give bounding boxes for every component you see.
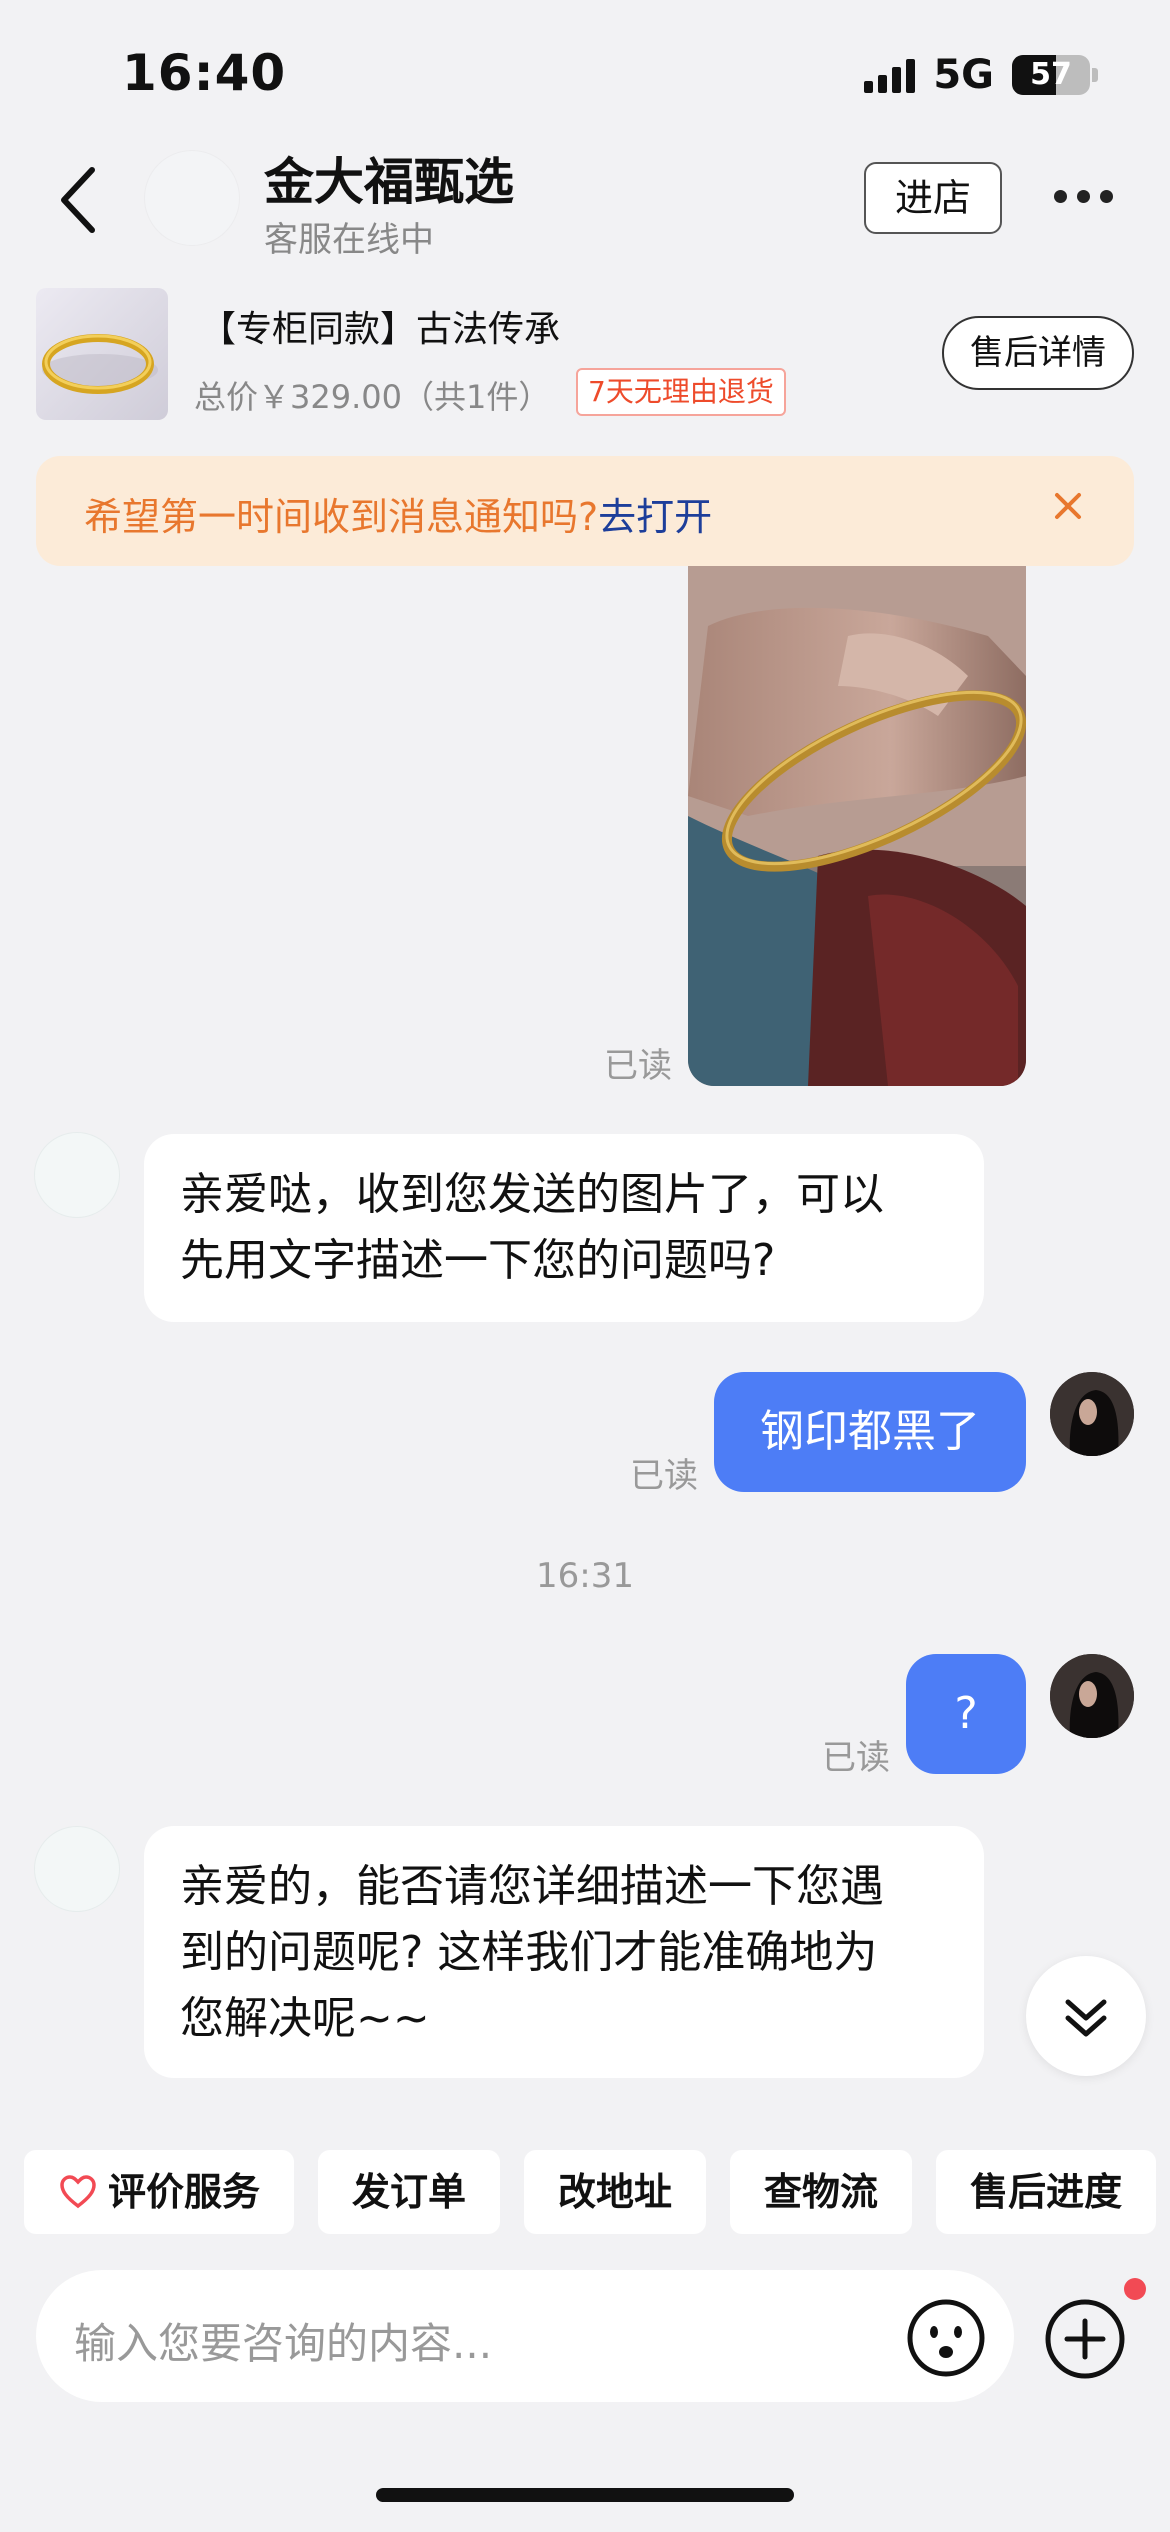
message-line: 亲爱的，能否请您详细描述一下您遇 bbox=[180, 1861, 884, 1912]
shop-avatar[interactable] bbox=[144, 150, 240, 246]
user-avatar[interactable] bbox=[1050, 1654, 1134, 1738]
user-message-bubble: ? bbox=[906, 1654, 1026, 1774]
enter-store-button[interactable]: 进店 bbox=[864, 162, 1002, 234]
status-time: 16:40 bbox=[122, 44, 287, 102]
agent-avatar[interactable] bbox=[34, 1132, 120, 1218]
product-thumbnail[interactable] bbox=[36, 288, 168, 420]
product-title[interactable]: 【专柜同款】古法传承 bbox=[200, 300, 560, 352]
rate-service-chip[interactable]: 评价服务 bbox=[24, 2150, 295, 2234]
send-order-chip[interactable]: 发订单 bbox=[318, 2150, 501, 2234]
scroll-to-bottom-button[interactable] bbox=[1026, 1956, 1146, 2076]
notification-message: 希望第一时间收到消息通知吗? bbox=[84, 495, 599, 539]
more-icon[interactable] bbox=[1054, 190, 1113, 203]
message-line: 您解决呢~~ bbox=[180, 1993, 430, 2044]
input-placeholder: 输入您要咨询的内容... bbox=[74, 2319, 493, 2368]
chat-timestamp: 16:31 bbox=[536, 1556, 634, 1596]
bangle-photo-image bbox=[688, 566, 1026, 1086]
close-icon[interactable] bbox=[1048, 486, 1088, 526]
read-receipt: 已读 bbox=[604, 1046, 672, 1086]
agent-message-bubble: 亲爱的，能否请您详细描述一下您遇 到的问题呢? 这样我们才能准确地为 您解决呢~… bbox=[144, 1826, 984, 2078]
bangle-image bbox=[36, 288, 168, 420]
product-price: 总价￥329.00（共1件） bbox=[194, 378, 551, 416]
change-address-chip[interactable]: 改地址 bbox=[524, 2150, 707, 2234]
after-sale-details-button[interactable]: 售后详情 bbox=[942, 316, 1134, 390]
network-type: 5G bbox=[933, 52, 994, 98]
shop-name[interactable]: 金大福甄选 bbox=[264, 142, 514, 214]
agent-message-bubble: 亲爱哒，收到您发送的图片了，可以 先用文字描述一下您的问题吗? bbox=[144, 1134, 984, 1322]
battery-icon: 57 bbox=[1012, 55, 1090, 95]
chevron-left-icon bbox=[61, 167, 95, 233]
user-message-bubble: 钢印都黑了 bbox=[714, 1372, 1026, 1492]
message-line: 亲爱哒，收到您发送的图片了，可以 bbox=[180, 1169, 884, 1220]
user-avatar[interactable] bbox=[1050, 1372, 1134, 1456]
status-indicators: 5G 57 bbox=[864, 52, 1098, 98]
plus-icon[interactable] bbox=[1042, 2296, 1128, 2382]
return-policy-badge: 7天无理由退货 bbox=[576, 368, 786, 416]
chip-label: 评价服务 bbox=[108, 2170, 261, 2214]
home-indicator[interactable] bbox=[376, 2488, 794, 2502]
battery-tip bbox=[1092, 68, 1098, 82]
sent-photo[interactable] bbox=[688, 566, 1026, 1086]
notification-text: 希望第一时间收到消息通知吗?去打开 bbox=[84, 486, 712, 541]
back-button[interactable] bbox=[50, 160, 110, 240]
double-chevron-down-icon bbox=[1065, 1999, 1107, 2037]
message-line: 到的问题呢? 这样我们才能准确地为 bbox=[180, 1927, 878, 1978]
notification-dot bbox=[1124, 2278, 1146, 2300]
message-line: 先用文字描述一下您的问题吗? bbox=[180, 1235, 776, 1286]
quick-actions-bar: 评价服务 发订单 改地址 查物流 售后进度 bbox=[24, 2150, 1157, 2234]
agent-avatar[interactable] bbox=[34, 1826, 120, 1912]
shop-status: 客服在线中 bbox=[264, 220, 434, 260]
enable-notifications-link[interactable]: 去打开 bbox=[598, 495, 712, 539]
track-logistics-chip[interactable]: 查物流 bbox=[730, 2150, 913, 2234]
read-receipt: 已读 bbox=[822, 1738, 890, 1778]
after-sale-progress-chip[interactable]: 售后进度 bbox=[936, 2150, 1157, 2234]
signal-icon bbox=[864, 57, 916, 93]
read-receipt: 已读 bbox=[630, 1456, 698, 1496]
battery-level: 57 bbox=[1030, 57, 1072, 92]
emoji-icon[interactable] bbox=[904, 2296, 988, 2380]
heart-icon bbox=[60, 2175, 96, 2209]
